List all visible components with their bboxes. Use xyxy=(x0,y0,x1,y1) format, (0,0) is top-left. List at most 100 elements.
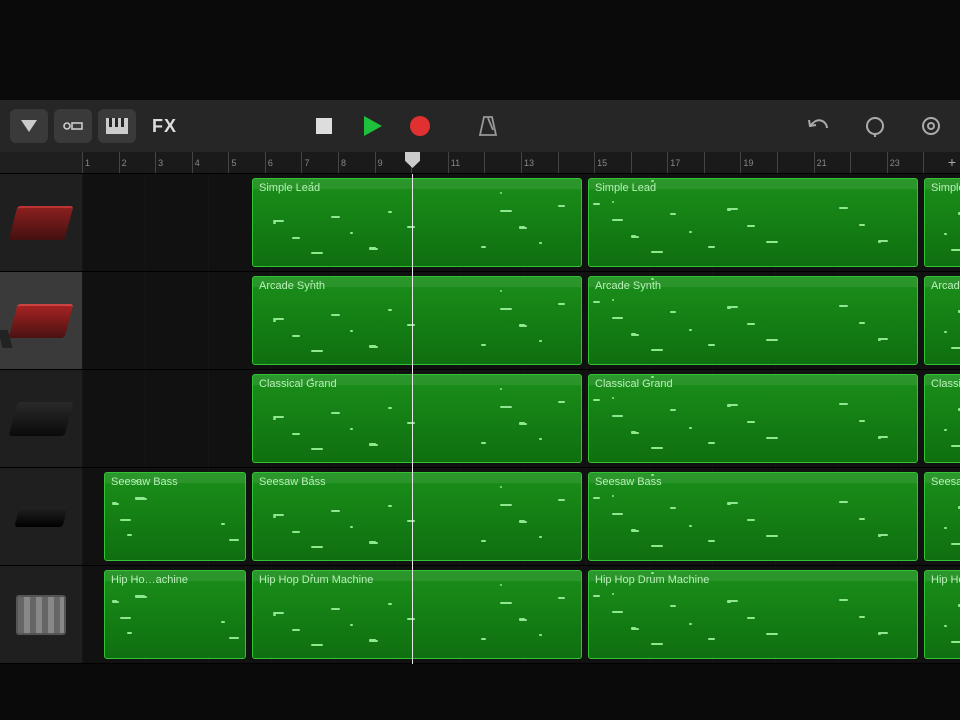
midi-notes-preview xyxy=(929,593,960,652)
track-lane[interactable]: Seesaw BassSeesaw BassSeesaw BassSeesaw … xyxy=(82,468,960,566)
region-label: Seesaw Bass xyxy=(253,473,581,491)
metronome-icon xyxy=(478,115,498,137)
keyboard-red-stand-icon xyxy=(8,304,73,338)
track-lane[interactable]: Arcade Synth Arcade Synth Arcade Synth xyxy=(82,272,960,370)
midi-notes-preview xyxy=(257,397,577,456)
tracks-area: Simple Lead Simple Lead Simple Lead Arcade … xyxy=(0,174,960,664)
ruler-tick[interactable]: 19 xyxy=(740,152,777,173)
ruler-tick[interactable]: 15 xyxy=(594,152,631,173)
settings-button[interactable] xyxy=(912,109,950,143)
track-icon xyxy=(62,119,84,133)
gear-icon xyxy=(920,115,942,137)
midi-region[interactable]: Classical Grand xyxy=(588,374,918,463)
grand-piano-icon xyxy=(8,402,73,436)
ruler-tick[interactable]: 5 xyxy=(228,152,265,173)
triangle-down-icon xyxy=(21,120,37,132)
track-header[interactable] xyxy=(0,272,82,370)
track-header[interactable] xyxy=(0,566,82,664)
ruler-tick[interactable]: 7 xyxy=(301,152,338,173)
midi-notes-preview xyxy=(929,397,960,456)
timeline-ruler-row: 123456789 11 13 15 17 19 21 23 + xyxy=(0,152,960,174)
midi-region[interactable]: Simple Lead xyxy=(924,178,960,267)
midi-region[interactable]: Hip Hop Drum Machine xyxy=(588,570,918,659)
ruler-tick[interactable] xyxy=(777,152,814,173)
undo-button[interactable] xyxy=(800,109,838,143)
fx-button[interactable]: FX xyxy=(142,109,187,143)
track-view-toggle[interactable] xyxy=(54,109,92,143)
playhead[interactable] xyxy=(412,174,413,664)
track-header[interactable] xyxy=(0,468,82,566)
midi-region[interactable]: Simple Lead xyxy=(252,178,582,267)
midi-notes-preview xyxy=(929,201,960,260)
add-bars-button[interactable]: + xyxy=(948,154,956,170)
view-dropdown-button[interactable] xyxy=(10,109,48,143)
ruler-tick[interactable] xyxy=(484,152,521,173)
track-header[interactable] xyxy=(0,370,82,468)
letterbox-top xyxy=(0,0,960,100)
midi-region[interactable]: Classical Grand xyxy=(252,374,582,463)
record-button[interactable] xyxy=(401,109,439,143)
midi-region[interactable]: Seesaw Bass xyxy=(588,472,918,561)
midi-notes-preview xyxy=(257,299,577,358)
track-lane[interactable]: Hip Ho…achine Hip Hop Drum Machine Hip Hop… xyxy=(82,566,960,664)
ruler-tick[interactable]: 1 xyxy=(82,152,119,173)
ruler-tick[interactable]: 23 xyxy=(887,152,924,173)
ruler-tick[interactable]: 11 xyxy=(448,152,485,173)
midi-notes-preview xyxy=(593,397,913,456)
midi-region[interactable]: Seesaw Bass xyxy=(252,472,582,561)
midi-notes-preview xyxy=(109,593,241,652)
undo-icon xyxy=(807,116,831,136)
midi-notes-preview xyxy=(257,495,577,554)
keyboard-red-icon xyxy=(8,206,73,240)
bass-amp-icon xyxy=(14,507,67,527)
ruler-tick[interactable]: 3 xyxy=(155,152,192,173)
midi-notes-preview xyxy=(257,593,577,652)
drum-machine-icon xyxy=(16,595,66,635)
midi-region[interactable]: Seesaw Bass xyxy=(104,472,246,561)
ruler-tick[interactable]: 13 xyxy=(521,152,558,173)
track-header[interactable] xyxy=(0,174,82,272)
ruler-tick[interactable]: 8 xyxy=(338,152,375,173)
region-label: Classical Grand xyxy=(253,375,581,393)
metronome-button[interactable] xyxy=(469,109,507,143)
ruler-tick[interactable]: 6 xyxy=(265,152,302,173)
region-label: Hip Hop Drum Machine xyxy=(589,571,917,589)
instrument-browser-button[interactable] xyxy=(98,109,136,143)
midi-notes-preview xyxy=(929,495,960,554)
midi-region[interactable]: Simple Lead xyxy=(588,178,918,267)
stop-button[interactable] xyxy=(305,109,343,143)
region-label: Simple Lead xyxy=(253,179,581,197)
loop-icon xyxy=(864,115,886,137)
midi-notes-preview xyxy=(593,593,913,652)
midi-region[interactable]: Arcade Synth xyxy=(252,276,582,365)
midi-region[interactable]: Hip Hop Drum Machine xyxy=(252,570,582,659)
track-lane[interactable]: Classical GrandClassical GrandClassical … xyxy=(82,370,960,468)
track-headers-column xyxy=(0,174,82,664)
midi-region[interactable]: Hip Hop Drum xyxy=(924,570,960,659)
ruler-tick[interactable]: 4 xyxy=(192,152,229,173)
ruler-tick[interactable]: 17 xyxy=(667,152,704,173)
ruler-tick[interactable] xyxy=(558,152,595,173)
track-lane[interactable]: Simple Lead Simple Lead Simple Lead xyxy=(82,174,960,272)
arrangement-area[interactable]: Simple Lead Simple Lead Simple Lead Arcade … xyxy=(82,174,960,664)
region-label: Hip Ho…achine xyxy=(105,571,245,589)
stop-icon xyxy=(314,116,334,136)
ruler-tick[interactable]: 21 xyxy=(814,152,851,173)
midi-region[interactable]: Arcade Synth xyxy=(588,276,918,365)
timeline-ruler[interactable]: 123456789 11 13 15 17 19 21 23 + xyxy=(82,152,960,173)
midi-region[interactable]: Classical Gra xyxy=(924,374,960,463)
piano-keys-icon xyxy=(106,118,128,134)
midi-region[interactable]: Hip Ho…achine xyxy=(104,570,246,659)
ruler-tick[interactable] xyxy=(704,152,741,173)
ruler-tick[interactable] xyxy=(631,152,668,173)
region-label: Seesaw Bass xyxy=(105,473,245,491)
midi-region[interactable]: Arcade Synth xyxy=(924,276,960,365)
region-label: Simple Lead xyxy=(589,179,917,197)
play-icon xyxy=(360,114,384,138)
ruler-tick[interactable] xyxy=(850,152,887,173)
ruler-tick[interactable]: 2 xyxy=(119,152,156,173)
loop-button[interactable] xyxy=(856,109,894,143)
region-label: Arcade Synth xyxy=(589,277,917,295)
midi-region[interactable]: Seesaw Bass xyxy=(924,472,960,561)
play-button[interactable] xyxy=(353,109,391,143)
